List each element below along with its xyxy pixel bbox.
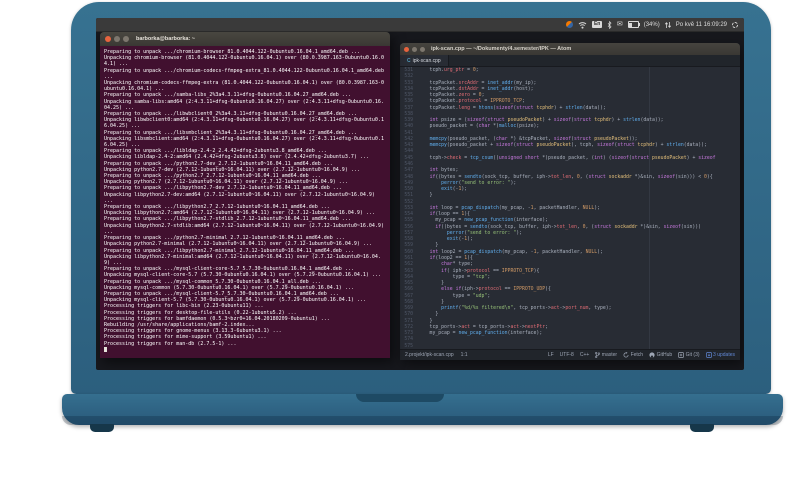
- status-encoding[interactable]: UTF-8: [560, 352, 574, 358]
- terminal-line: Unpacking libwbclient0:amd64 (2:4.3.11+d…: [104, 117, 384, 130]
- battery-nub: [638, 23, 640, 26]
- atom-tabbar: C ipk-scan.cpp: [400, 55, 740, 67]
- close-button[interactable]: [404, 46, 409, 52]
- terminal-window: barborka@barborka: ~ Preparing to unpack…: [100, 32, 390, 358]
- code-pane[interactable]: tcph.urg_ptr = 0; tcpPacket.srcAddr = in…: [416, 67, 740, 349]
- cpp-file-icon: C: [407, 57, 411, 64]
- terminal-output[interactable]: Preparing to unpack .../chromium-browser…: [100, 46, 390, 358]
- terminal-line: Unpacking libpython2.7-stdlib:amd64 (2.7…: [104, 222, 387, 235]
- status-language[interactable]: C++: [580, 352, 589, 358]
- atom-window-title: ipk-scan.cpp — ~/Dokumenty/4.semester/IP…: [431, 46, 572, 52]
- updates-label: 3 updates: [713, 352, 735, 358]
- bluetooth-icon[interactable]: [607, 20, 612, 29]
- terminal-line: Unpacking chromium-browser (81.0.4044.12…: [104, 55, 384, 68]
- minimize-button[interactable]: [412, 46, 417, 52]
- statusbar-right: LF UTF-8 C++ master Fetch GitHub Git (3)…: [548, 352, 735, 358]
- terminal-line: Unpacking libldap-2.4-2:amd64 (2.4.42+df…: [104, 154, 369, 161]
- wifi-icon[interactable]: [578, 21, 587, 29]
- close-button[interactable]: [105, 36, 111, 42]
- branch-name: master: [601, 352, 618, 358]
- status-updates-button[interactable]: 3 updates: [705, 352, 735, 358]
- github-label: GitHub: [656, 352, 673, 358]
- line-number-gutter: 531 532 533 534 535 536 537 538 539 540 541 542 543 5…: [400, 67, 416, 349]
- git-branch-icon: [595, 352, 601, 358]
- terminal-line: Unpacking libpython2.7-minimal:amd64 (2.…: [104, 253, 381, 266]
- atom-window: ipk-scan.cpp — ~/Dokumenty/4.semester/IP…: [400, 43, 740, 360]
- code-line: tcph->check = tcp_csum((unsigned short *…: [418, 155, 716, 161]
- system-topbar: En ✉ (34%) Po kvě 11 16:09:29: [96, 18, 744, 32]
- terminal-titlebar[interactable]: barborka@barborka: ~: [100, 32, 390, 46]
- clock[interactable]: Po kvě 11 16:09:29: [676, 22, 727, 28]
- terminal-line: Unpacking samba-libs:amd64 (2:4.3.11+dfs…: [104, 98, 384, 111]
- status-git-branch[interactable]: master: [595, 352, 617, 358]
- battery-icon[interactable]: [627, 21, 640, 28]
- tab-label: ipk-scan.cpp: [412, 57, 441, 64]
- terminal-window-title: barborka@barborka: ~: [136, 36, 196, 42]
- battery-fill: [629, 22, 633, 27]
- session-gear-icon[interactable]: [732, 21, 738, 28]
- terminal-line: Unpacking mysql-common (5.7.30-0ubuntu0.…: [104, 284, 354, 291]
- terminal-line: Unpacking mysql-client-core-5.7 (5.7.30-…: [104, 272, 381, 279]
- laptop-foot-right: [690, 424, 714, 432]
- status-github-button[interactable]: GitHub: [649, 352, 672, 358]
- laptop-foot-left: [90, 424, 114, 432]
- github-icon: [649, 352, 655, 358]
- battery-percentage[interactable]: (34%): [644, 22, 660, 28]
- terminal-line: Unpacking python2.7-minimal (2.7.12-1ubu…: [104, 241, 372, 248]
- terminal-line: Preparing to unpack .../libpython2.7-min…: [104, 247, 354, 254]
- atom-titlebar[interactable]: ipk-scan.cpp — ~/Dokumenty/4.semester/IP…: [400, 43, 740, 55]
- terminal-line: Preparing to unpack .../libsmbclient_2%3…: [104, 129, 357, 136]
- status-fetch-button[interactable]: Fetch: [623, 352, 643, 358]
- terminal-prompt-line: [104, 346, 386, 354]
- maximize-button[interactable]: [123, 36, 129, 42]
- terminal-line: Preparing to unpack .../libpython2.7-std…: [104, 216, 351, 223]
- terminal-line: Preparing to unpack .../chromium-codecs-…: [104, 67, 387, 80]
- terminal-line: Unpacking libpython2.7-dev:amd64 (2.7.12…: [104, 191, 378, 204]
- tab-ipk-scan-cpp[interactable]: C ipk-scan.cpp: [400, 55, 449, 66]
- maximize-button[interactable]: [420, 46, 425, 52]
- package-updates-icon: [705, 352, 712, 358]
- git-changes-icon: [678, 352, 684, 358]
- code-line: memcpy(pseudo_packet + sizeof(struct pse…: [429, 143, 707, 149]
- terminal-line: Unpacking chromium-codecs-ffmpeg-extra (…: [104, 80, 384, 93]
- atom-statusbar: 2.projekt/ipk-scan.cpp 1:1 LF UTF-8 C++ …: [400, 349, 740, 360]
- status-cursor-position[interactable]: 1:1: [461, 352, 468, 358]
- laptop-screen: En ✉ (34%) Po kvě 11 16:09:29 barborka@b…: [96, 18, 744, 370]
- terminal-line: Unpacking libsmbclient:amd64 (2:4.3.11+d…: [104, 135, 384, 149]
- app-indicator-icon[interactable]: [566, 21, 574, 28]
- network-arrows-icon[interactable]: [664, 21, 671, 29]
- minimize-button[interactable]: [114, 36, 120, 42]
- status-git-button[interactable]: Git (3): [678, 352, 700, 358]
- atom-editor[interactable]: 531 532 533 534 535 536 537 538 539 540 541 542 543 5…: [400, 67, 740, 349]
- keyboard-layout-indicator[interactable]: En: [592, 21, 602, 28]
- status-file-path[interactable]: 2.projekt/ipk-scan.cpp: [405, 352, 454, 358]
- mail-icon[interactable]: ✉: [617, 21, 623, 28]
- fetch-label: Fetch: [630, 352, 644, 358]
- fetch-sync-icon: [623, 352, 629, 358]
- line-number: 575: [404, 343, 413, 349]
- status-line-ending[interactable]: LF: [548, 352, 554, 358]
- terminal-line: Preparing to unpack .../samba-libs_2%3a4…: [104, 92, 351, 99]
- terminal-cursor: [104, 346, 107, 352]
- laptop-base-notch: [356, 394, 444, 402]
- git-label: Git (3): [685, 352, 700, 358]
